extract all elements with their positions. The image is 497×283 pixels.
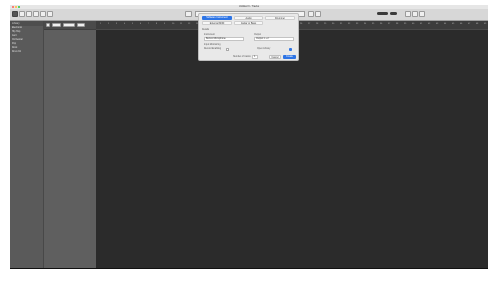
tab-external-midi[interactable]: External MIDI — [202, 21, 232, 25]
ruler-tick: 34 — [364, 23, 367, 25]
ruler-tick: 26 — [300, 23, 303, 25]
track-headers-pane — [43, 21, 97, 268]
tab-guitar-or-bass[interactable]: Guitar or Bass — [234, 21, 263, 25]
library-sidebar: Library Electronic Hip Hop Jazz Orchestr… — [10, 21, 43, 268]
mixer-button[interactable] — [40, 11, 46, 17]
tracks-header — [44, 21, 97, 30]
ruler-tick: 35 — [372, 23, 375, 25]
library-item[interactable]: Jazz — [12, 35, 17, 38]
ruler-tick: 8 — [156, 23, 158, 25]
track-count-label: Number of tracks: — [233, 56, 252, 58]
edit-menu[interactable] — [52, 23, 61, 27]
tracks-area[interactable] — [96, 30, 488, 268]
ruler-tick: 3 — [116, 23, 118, 25]
ruler-tick: 42 — [428, 23, 431, 25]
ruler-tick: 29 — [324, 23, 327, 25]
ruler-tick: 10 — [172, 23, 175, 25]
smart-controls-button[interactable] — [33, 11, 39, 17]
instrument-select[interactable]: Built-in Microphone — [204, 37, 244, 41]
open-library-label: Open Library — [257, 48, 271, 50]
ruler-tick: 9 — [164, 23, 166, 25]
library-item[interactable]: Drum Kit — [12, 51, 21, 54]
ruler-tick: 11 — [180, 23, 183, 25]
details-section-label: Details — [202, 29, 210, 31]
toolbar-toggle-button[interactable] — [26, 11, 32, 17]
ruler-tick: 1 — [100, 23, 102, 25]
new-track-dialog: Software Instrument Audio Drummer Extern… — [198, 13, 299, 61]
ruler-tick: 6 — [140, 23, 142, 25]
library-item[interactable]: Orchestral — [12, 39, 23, 42]
browser-button[interactable] — [419, 11, 425, 17]
ruler-tick: 43 — [436, 23, 439, 25]
add-track-button[interactable] — [46, 23, 50, 27]
open-library-checkbox[interactable] — [289, 48, 292, 51]
ruler-tick: 49 — [484, 23, 487, 25]
ruler-tick: 32 — [348, 23, 351, 25]
cpu-meter — [390, 12, 397, 15]
tab-software-instrument[interactable]: Software Instrument — [202, 16, 232, 20]
ruler-tick: 38 — [396, 23, 399, 25]
ruler-tick: 37 — [388, 23, 391, 25]
loop-browser-button[interactable] — [412, 11, 418, 17]
cycle-button[interactable] — [308, 11, 314, 17]
library-item[interactable]: Rock — [12, 47, 17, 50]
ruler-tick: 2 — [108, 23, 110, 25]
editors-button[interactable] — [47, 11, 53, 17]
output-select[interactable]: Output 1 + 2 — [254, 37, 294, 41]
library-title: Library — [10, 21, 43, 26]
library-item[interactable]: Pop — [12, 43, 16, 46]
input-monitoring-label: Input Monitoring — [204, 44, 221, 46]
master-volume-slider[interactable] — [377, 12, 388, 15]
rewind-button[interactable] — [185, 11, 192, 17]
ruler-tick: 7 — [148, 23, 150, 25]
ruler-tick: 28 — [316, 23, 319, 25]
ruler-tick: 5 — [132, 23, 134, 25]
output-label: Output — [254, 34, 261, 36]
tab-drummer[interactable]: Drummer — [265, 16, 295, 20]
ruler-tick: 33 — [356, 23, 359, 25]
record-enable-checkbox[interactable] — [226, 48, 229, 51]
inspector-button[interactable] — [19, 11, 25, 17]
ruler-tick: 27 — [308, 23, 311, 25]
functions-menu[interactable] — [63, 23, 75, 27]
ruler-tick: 30 — [332, 23, 335, 25]
record-enable-label: Record Enabling — [204, 48, 221, 50]
ruler-tick: 31 — [340, 23, 343, 25]
instrument-label: Instrument — [204, 34, 215, 36]
view-menu[interactable] — [77, 23, 85, 27]
ruler-tick: 36 — [380, 23, 383, 25]
library-item[interactable]: Electronic — [12, 27, 22, 30]
cancel-button[interactable]: Cancel — [269, 55, 281, 59]
window-bottom-edge — [10, 268, 488, 269]
ruler-tick: 45 — [452, 23, 455, 25]
ruler-tick: 41 — [420, 23, 423, 25]
ruler-tick: 47 — [468, 23, 471, 25]
ruler-tick: 44 — [444, 23, 447, 25]
ruler-tick: 39 — [404, 23, 407, 25]
ruler-tick: 4 — [124, 23, 126, 25]
ruler-tick: 48 — [476, 23, 479, 25]
tuner-button[interactable] — [315, 11, 321, 17]
ruler-tick: 40 — [412, 23, 415, 25]
library-item[interactable]: Hip Hop — [12, 31, 20, 34]
notepad-button[interactable] — [405, 11, 411, 17]
library-button[interactable] — [12, 11, 18, 17]
ruler-tick: 46 — [460, 23, 463, 25]
track-count-input[interactable]: 1 — [252, 55, 258, 59]
create-button[interactable]: Create — [283, 55, 296, 59]
ruler-tick: 12 — [188, 23, 191, 25]
tab-audio[interactable]: Audio — [234, 16, 263, 20]
